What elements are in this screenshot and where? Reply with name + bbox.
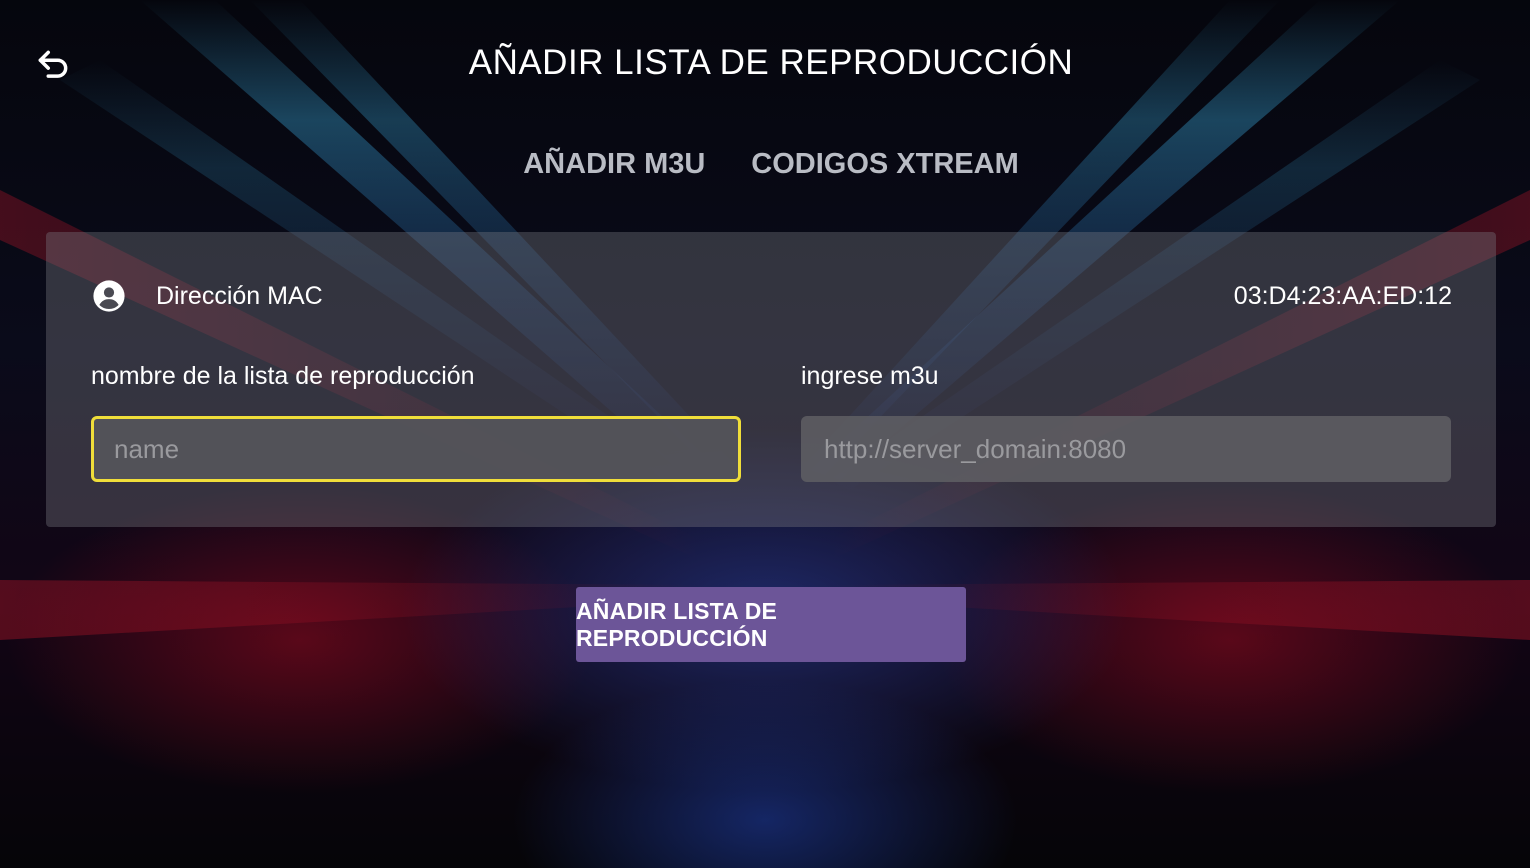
mac-address-row: Dirección MAC 03:D4:23:AA:ED:12 bbox=[92, 276, 1452, 316]
m3u-url-label: ingrese m3u bbox=[801, 362, 939, 390]
m3u-url-input[interactable]: http://server_domain:8080 bbox=[801, 416, 1451, 482]
playlist-name-input[interactable]: name bbox=[91, 416, 741, 482]
playlist-name-label: nombre de la lista de reproducción bbox=[91, 362, 475, 390]
tab-xtream-codes[interactable]: CODIGOS XTREAM bbox=[751, 148, 1018, 181]
user-circle-icon bbox=[93, 280, 125, 312]
m3u-url-placeholder: http://server_domain:8080 bbox=[824, 433, 1127, 464]
tab-add-m3u[interactable]: AÑADIR M3U bbox=[523, 148, 705, 181]
tab-bar: AÑADIR M3U CODIGOS XTREAM bbox=[0, 148, 1530, 181]
add-playlist-button[interactable]: AÑADIR LISTA DE REPRODUCCIÓN bbox=[576, 587, 966, 662]
screen: AÑADIR LISTA DE REPRODUCCIÓN AÑADIR M3U … bbox=[0, 0, 1530, 868]
mac-address-label: Dirección MAC bbox=[156, 281, 323, 310]
page-title: AÑADIR LISTA DE REPRODUCCIÓN bbox=[468, 43, 1074, 82]
playlist-form-panel: Dirección MAC 03:D4:23:AA:ED:12 nombre d… bbox=[46, 232, 1496, 527]
mac-address-value: 03:D4:23:AA:ED:12 bbox=[1233, 281, 1452, 310]
playlist-name-placeholder: name bbox=[114, 433, 180, 464]
